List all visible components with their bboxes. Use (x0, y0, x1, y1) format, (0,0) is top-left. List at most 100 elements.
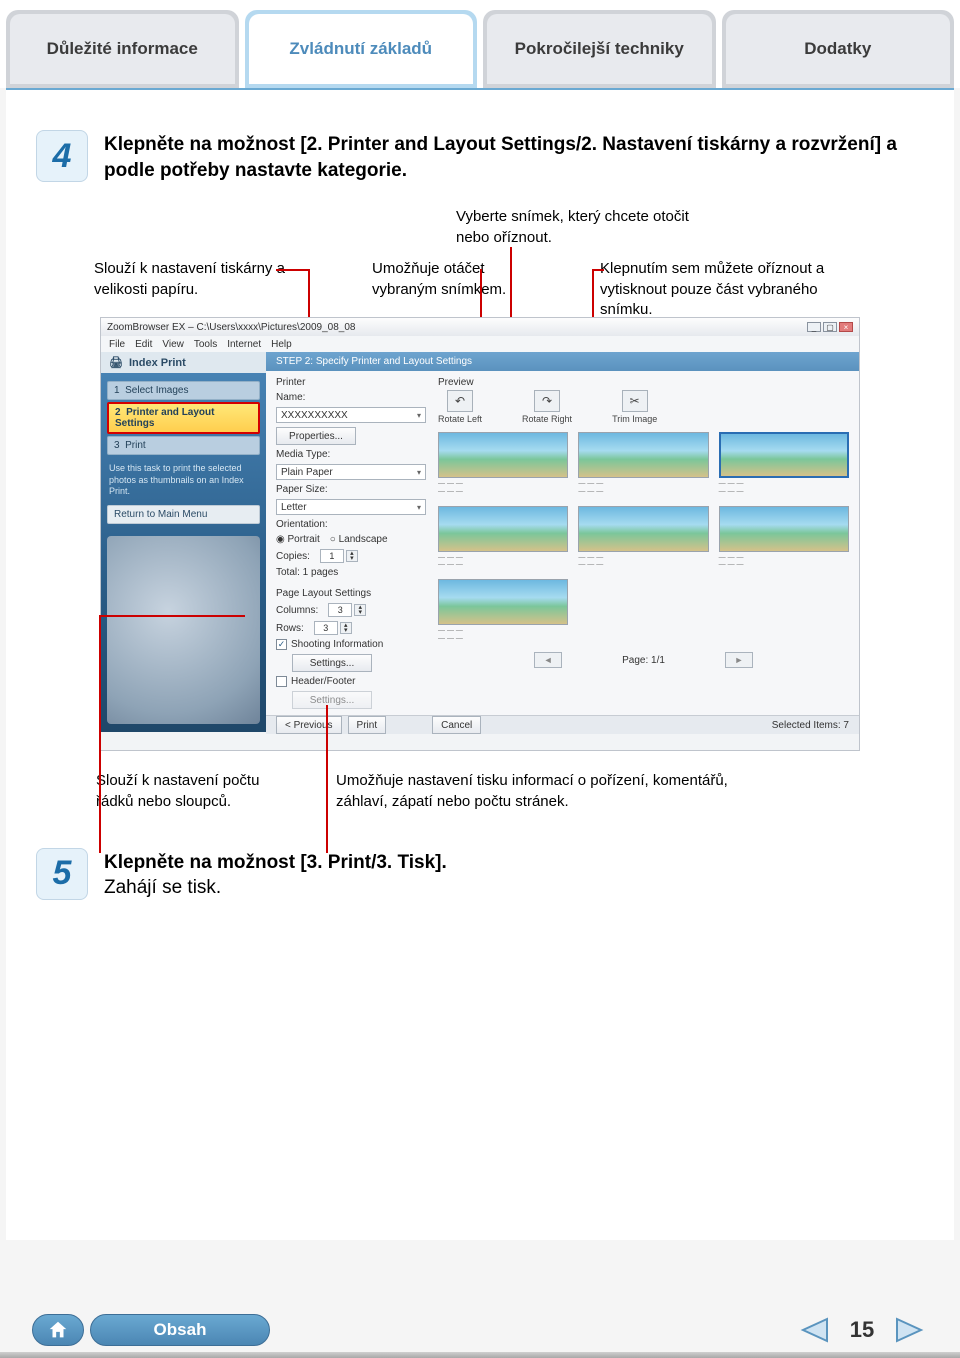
main-panel: STEP 2: Specify Printer and Layout Setti… (266, 352, 859, 732)
menu-edit[interactable]: Edit (135, 339, 152, 350)
shooting-info-checkbox[interactable]: ✓ (276, 639, 287, 650)
shooting-info-label: Shooting Information (291, 639, 383, 650)
total-pages: Total: 1 pages (276, 567, 426, 578)
properties-button[interactable]: Properties... (276, 427, 356, 445)
app-footer: < Previous Print Cancel Selected Items: … (266, 715, 859, 734)
app-body: 🖨 Index Print 1 Select Images 2 Printer … (101, 352, 859, 732)
headerfooter-row: Header/Footer (276, 676, 426, 687)
home-icon (47, 1319, 69, 1341)
thumbnail-grid: — — —— — — — — —— — — — — —— — — — — —— … (438, 432, 849, 642)
thumbnail-selected[interactable]: — — —— — — (719, 432, 849, 495)
print-button[interactable]: Print (348, 716, 387, 734)
page-number: 15 (842, 1317, 882, 1343)
page-edge (0, 1352, 960, 1358)
previous-button[interactable]: < Previous (276, 716, 342, 734)
sidebar-steps: 1 Select Images 2 Printer and Layout Set… (101, 373, 266, 463)
tab-advanced[interactable]: Pokročilejší techniky (483, 10, 716, 88)
sidebar-header: 🖨 Index Print (101, 352, 266, 373)
media-type-select[interactable]: Plain Paper (276, 464, 426, 480)
tab-basics[interactable]: Zvládnutí základů (245, 10, 478, 88)
rotate-left-label: Rotate Left (438, 414, 482, 424)
rotate-right-button[interactable]: ↷ Rotate Right (522, 390, 572, 424)
cancel-button[interactable]: Cancel (432, 716, 481, 734)
callout-rotate: Umožňuje otáčet vybraným snímkem. (372, 259, 522, 300)
headerfooter-settings-button[interactable]: Settings... (292, 691, 372, 709)
properties-label: Properties... (289, 431, 343, 442)
thumbnail[interactable]: — — —— — — (578, 432, 708, 495)
rows-value: 3 (314, 621, 338, 635)
portrait-label: Portrait (288, 534, 320, 545)
callout-select-image: Vyberte snímek, který chcete otočit nebo… (456, 207, 696, 248)
preview-column: Preview ↶ Rotate Left ↷ Rotate Right (438, 377, 849, 709)
tab-label: Zvládnutí základů (289, 39, 432, 59)
window-title: ZoomBrowser EX – C:\Users\xxxx\Pictures\… (107, 322, 355, 333)
step-label: Print (125, 440, 146, 451)
app-screenshot: ZoomBrowser EX – C:\Users\xxxx\Pictures\… (100, 317, 860, 751)
columns-label: Columns: (276, 605, 318, 616)
menu-help[interactable]: Help (271, 339, 292, 350)
page-next-button[interactable]: ► (725, 652, 753, 668)
shooting-settings-button[interactable]: Settings... (292, 654, 372, 672)
printer-name-select[interactable]: XXXXXXXXXX (276, 407, 426, 423)
layout-section-label: Page Layout Settings (276, 588, 426, 599)
media-label: Media Type: (276, 449, 426, 460)
size-value: Letter (281, 502, 307, 513)
return-main-menu-button[interactable]: Return to Main Menu (107, 505, 260, 524)
step-bold: Klepněte na možnost [3. Print/3. Tisk]. (104, 852, 447, 873)
step-index: 1 (114, 385, 120, 396)
menubar: File Edit View Tools Internet Help (101, 336, 859, 352)
page-prev-button[interactable]: ◄ (534, 652, 562, 668)
rows-stepper[interactable]: 3 ▴▾ (314, 621, 352, 635)
printer-icon: 🖨 (109, 356, 123, 369)
shooting-info-row: ✓ Shooting Information (276, 639, 426, 650)
next-page-button[interactable] (892, 1315, 928, 1345)
thumbnail[interactable]: — — —— — — (719, 506, 849, 569)
thumbnail[interactable]: — — —— — — (438, 506, 568, 569)
sidebar-step-3[interactable]: 3 Print (107, 436, 260, 455)
paper-size-select[interactable]: Letter (276, 499, 426, 515)
trim-label: Trim Image (612, 414, 657, 424)
thumbnail[interactable]: — — —— — — (438, 432, 568, 495)
sidebar-step-2[interactable]: 2 Printer and Layout Settings (107, 402, 260, 434)
thumbnail[interactable]: — — —— — — (578, 506, 708, 569)
close-icon[interactable]: × (839, 322, 853, 332)
settings-label: Settings... (310, 695, 354, 706)
orientation-label: Orientation: (276, 519, 426, 530)
home-button[interactable] (32, 1314, 84, 1346)
rotate-left-button[interactable]: ↶ Rotate Left (438, 390, 482, 424)
prev-page-button[interactable] (796, 1315, 832, 1345)
columns-row: Columns: 3 ▴▾ (276, 603, 426, 617)
status-text: Selected Items: 7 (772, 720, 849, 731)
menu-file[interactable]: File (109, 339, 125, 350)
copies-stepper[interactable]: 1 ▴▾ (320, 549, 358, 563)
callout-printer-paper: Slouží k nastavení tiskárny a velikosti … (94, 259, 314, 300)
sidebar-title: Index Print (129, 357, 186, 369)
step-number: 4 (36, 130, 88, 182)
thumbnail[interactable]: — — —— — — (438, 579, 568, 642)
tabs-row: Důležité informace Zvládnutí základů Pok… (0, 0, 960, 88)
tab-appendix[interactable]: Dodatky (722, 10, 955, 88)
portrait-radio[interactable]: ◉ Portrait (276, 534, 320, 545)
tab-label: Dodatky (804, 39, 871, 59)
chevron-right-icon (895, 1317, 925, 1343)
trim-image-button[interactable]: ✂ Trim Image (612, 390, 657, 424)
callout-rows-cols: Slouží k nastavení počtu řádků nebo slou… (96, 771, 296, 812)
tab-important[interactable]: Důležité informace (6, 10, 239, 88)
rotate-left-icon: ↶ (447, 390, 473, 412)
menu-tools[interactable]: Tools (194, 339, 217, 350)
menu-internet[interactable]: Internet (227, 339, 261, 350)
minimize-icon[interactable]: _ (807, 322, 821, 332)
landscape-radio[interactable]: ○ Landscape (330, 534, 388, 545)
sidebar-step-1[interactable]: 1 Select Images (107, 381, 260, 400)
headerfooter-checkbox[interactable] (276, 676, 287, 687)
orientation-radios: ◉ Portrait ○ Landscape (276, 534, 426, 545)
tab-label: Důležité informace (47, 39, 198, 59)
callout-print-info: Umožňuje nastavení tisku informací o poř… (336, 771, 756, 812)
step-header: STEP 2: Specify Printer and Layout Setti… (266, 352, 859, 371)
columns-stepper[interactable]: 3 ▴▾ (328, 603, 366, 617)
contents-button[interactable]: Obsah (90, 1314, 270, 1346)
maximize-icon[interactable]: ▢ (823, 322, 837, 332)
menu-view[interactable]: View (162, 339, 184, 350)
step-plain: Zahájí se tisk. (104, 877, 221, 898)
callouts-bottom: Slouží k nastavení počtu řádků nebo slou… (36, 771, 924, 812)
